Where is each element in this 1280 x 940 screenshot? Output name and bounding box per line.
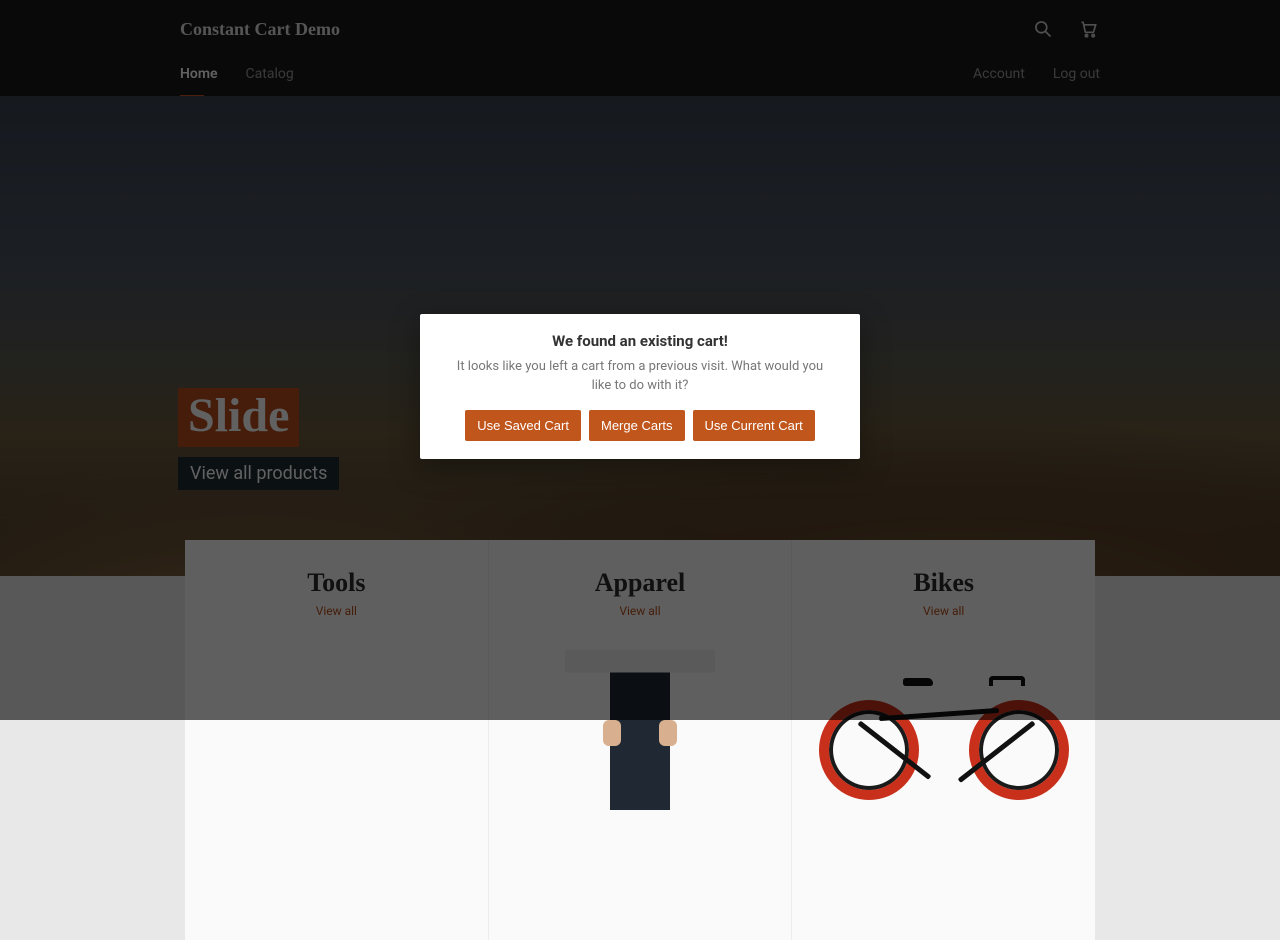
use-saved-cart-button[interactable]: Use Saved Cart	[465, 410, 581, 441]
modal-body: It looks like you left a cart from a pre…	[446, 358, 834, 396]
existing-cart-modal: We found an existing cart! It looks like…	[420, 314, 860, 459]
merge-carts-button[interactable]: Merge Carts	[589, 410, 685, 441]
modal-title: We found an existing cart!	[446, 332, 834, 350]
modal-actions: Use Saved Cart Merge Carts Use Current C…	[446, 410, 834, 441]
use-current-cart-button[interactable]: Use Current Cart	[693, 410, 815, 441]
